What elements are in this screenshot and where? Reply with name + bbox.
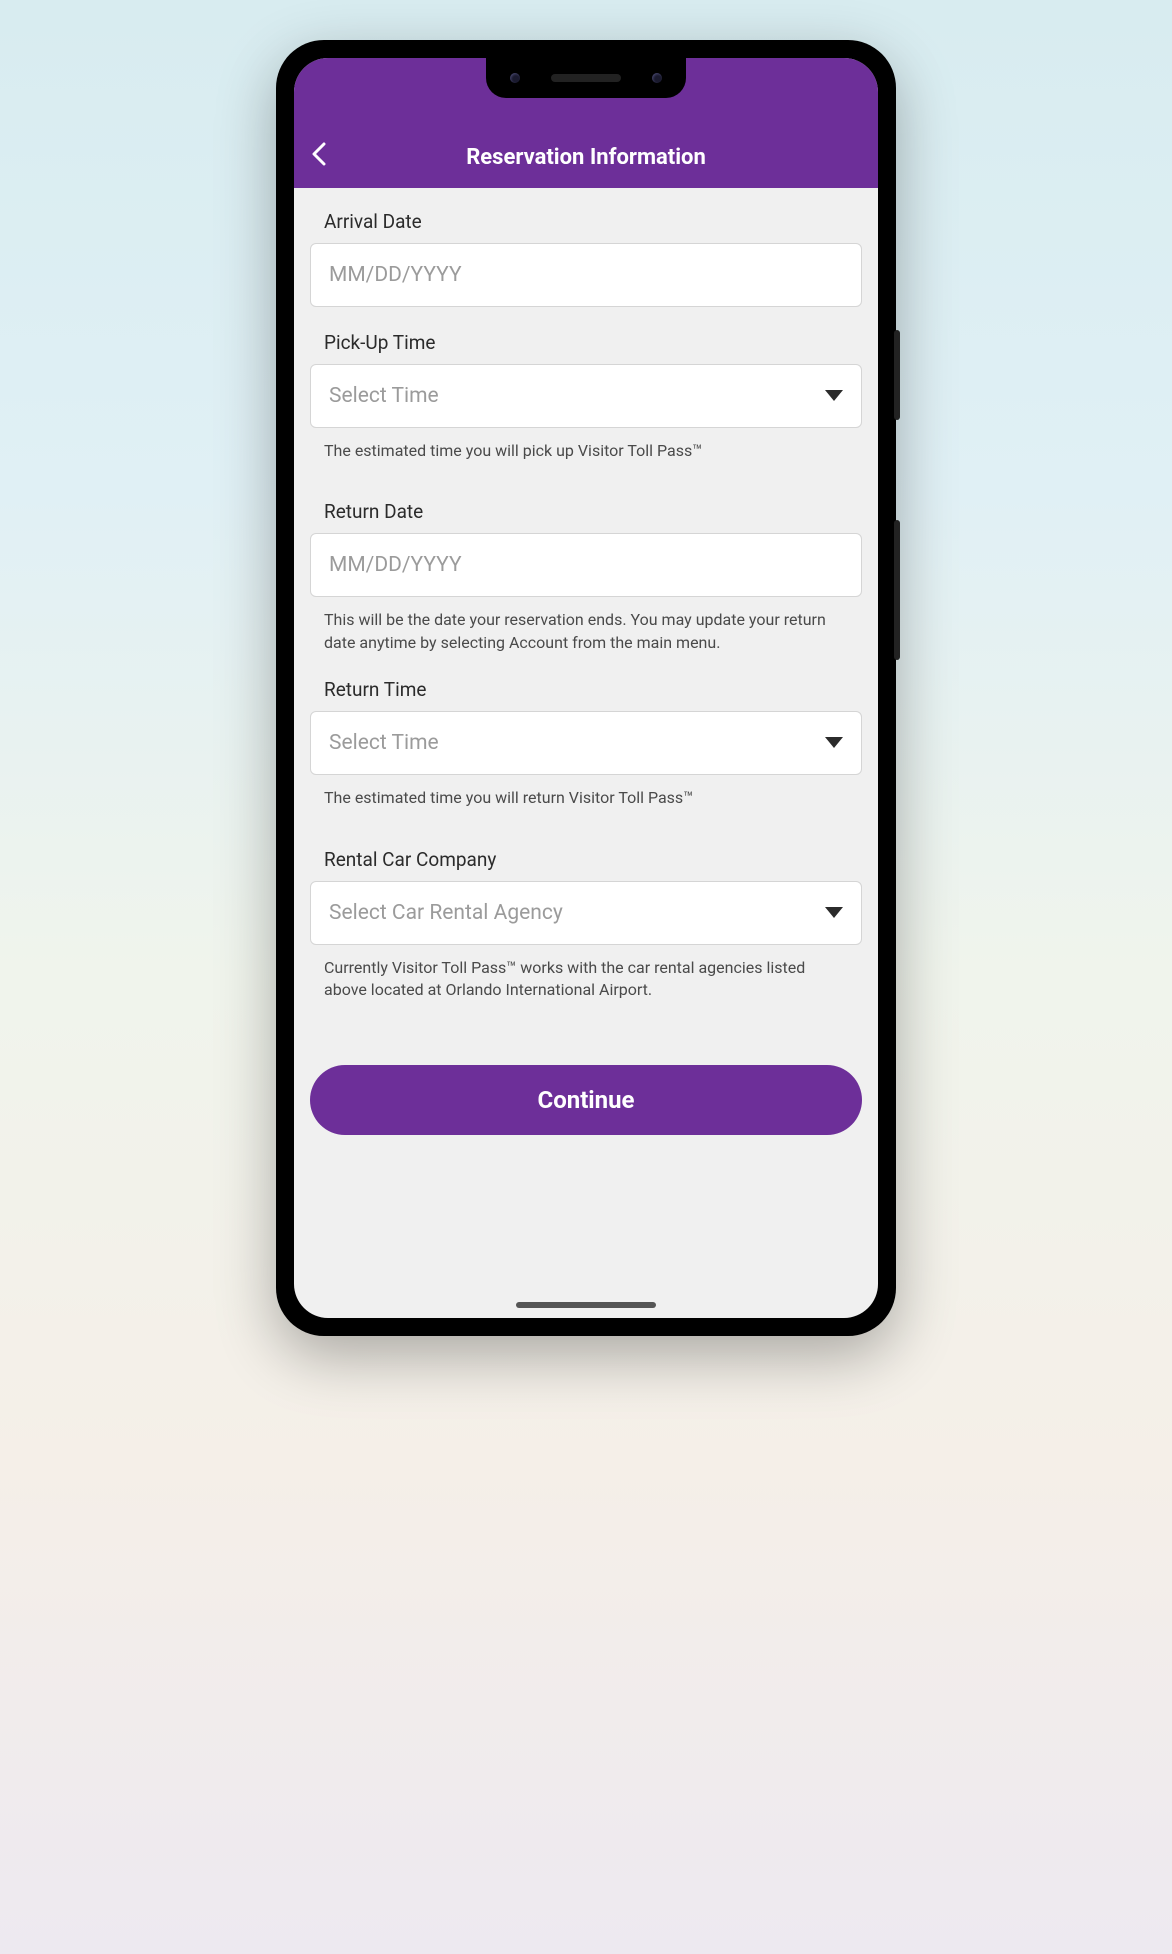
return-time-group: Return Time Select Time The estimated ti… [310,678,862,809]
phone-side-button [894,330,900,420]
continue-button[interactable]: Continue [310,1065,862,1135]
phone-notch [486,58,686,98]
rental-company-select[interactable]: Select Car Rental Agency [310,881,862,945]
return-date-input[interactable] [310,533,862,597]
arrival-date-label: Arrival Date [310,210,862,233]
chevron-down-icon [825,384,843,408]
return-time-placeholder: Select Time [329,731,439,755]
rental-company-placeholder: Select Car Rental Agency [329,901,563,925]
screen: Reservation Information Arrival Date Pic… [294,58,878,1318]
home-indicator[interactable] [516,1302,656,1308]
pickup-time-select[interactable]: Select Time [310,364,862,428]
return-date-label: Return Date [310,500,862,523]
pickup-time-placeholder: Select Time [329,384,439,408]
chevron-down-icon [825,731,843,755]
return-time-label: Return Time [310,678,862,701]
rental-company-group: Rental Car Company Select Car Rental Age… [310,848,862,1002]
chevron-left-icon [312,142,326,166]
camera-icon [510,73,520,83]
return-time-helper: The estimated time you will return Visit… [310,775,862,809]
chevron-down-icon [825,901,843,925]
arrival-date-input[interactable] [310,243,862,307]
camera-icon [652,73,662,83]
back-button[interactable] [312,142,326,170]
arrival-date-group: Arrival Date [310,210,862,307]
return-date-helper: This will be the date your reservation e… [310,597,862,654]
phone-frame: Reservation Information Arrival Date Pic… [276,40,896,1336]
pickup-time-helper: The estimated time you will pick up Visi… [310,428,862,462]
pickup-time-label: Pick-Up Time [310,331,862,354]
pickup-time-group: Pick-Up Time Select Time The estimated t… [310,331,862,462]
rental-company-label: Rental Car Company [310,848,862,871]
page-title: Reservation Information [312,145,860,170]
return-date-group: Return Date This will be the date your r… [310,500,862,654]
speaker-icon [551,74,621,82]
form-content: Arrival Date Pick-Up Time Select Time Th… [294,188,878,1155]
return-time-select[interactable]: Select Time [310,711,862,775]
phone-side-button [894,520,900,660]
rental-company-helper: Currently Visitor Toll Pass™ works with … [310,945,862,1002]
